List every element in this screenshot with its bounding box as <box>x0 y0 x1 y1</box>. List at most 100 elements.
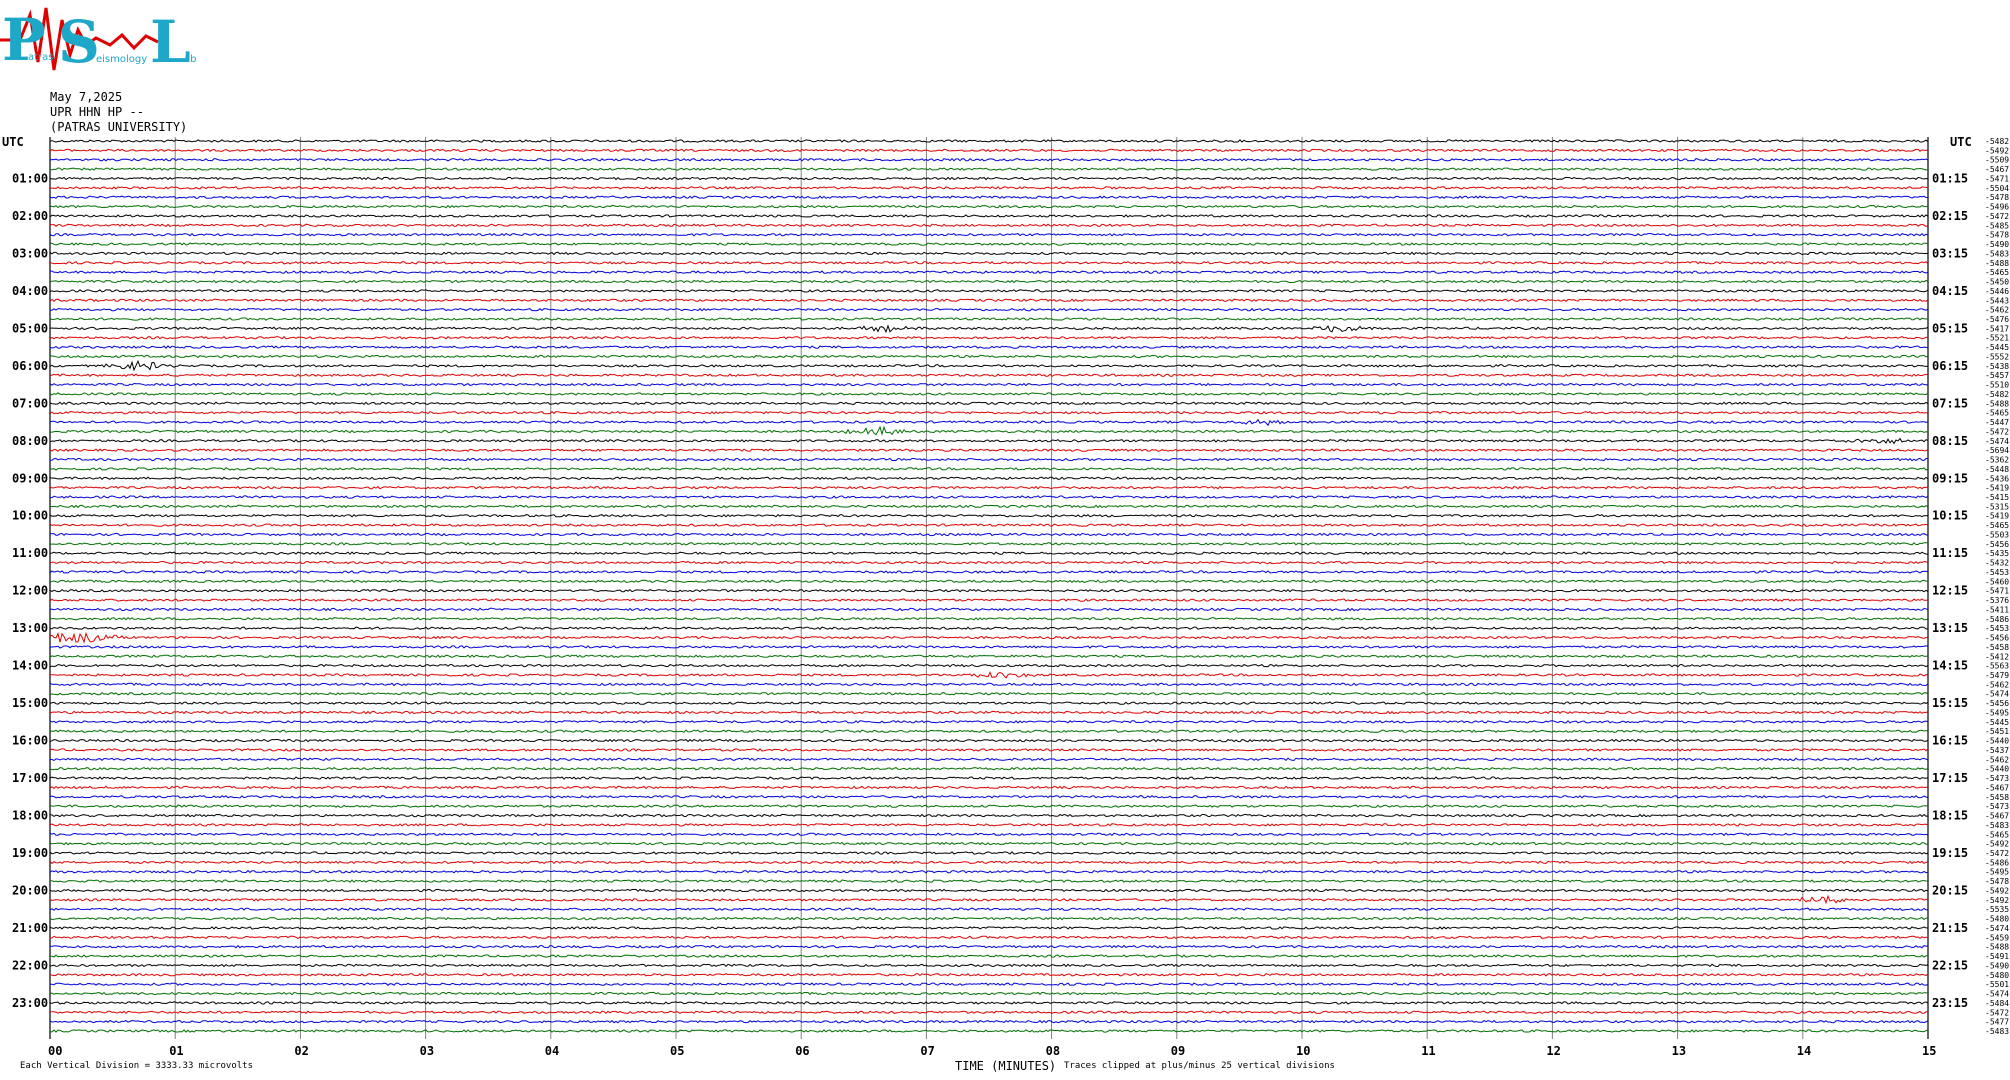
trace-line <box>49 907 1929 911</box>
trace-line <box>49 317 1929 321</box>
hour-label-right: 11:15 <box>1932 546 1968 560</box>
trace-line <box>49 504 1929 509</box>
trace-offset-label: -5315 <box>1985 502 2009 511</box>
hour-label-right: 04:15 <box>1932 284 1968 298</box>
trace-line <box>49 176 1929 181</box>
trace-offset-label: -5465 <box>1985 830 2009 839</box>
trace-line <box>49 242 1929 246</box>
trace-offset-label: -5482 <box>1985 390 2009 399</box>
trace-offset-label: -5474 <box>1985 924 2009 933</box>
hour-label-right: 18:15 <box>1932 809 1968 823</box>
trace-line <box>49 963 1929 968</box>
trace-offset-label: -5456 <box>1985 634 2009 643</box>
trace-line <box>50 813 1929 818</box>
trace-line <box>49 148 1929 153</box>
x-tick-label: 00 <box>48 1044 62 1058</box>
trace-line <box>49 991 1929 996</box>
trace-line <box>49 795 1929 799</box>
trace-line <box>49 607 1929 612</box>
trace-offset-label: -5483 <box>1985 821 2009 830</box>
trace-line <box>49 701 1929 705</box>
trace-offset-label: -5486 <box>1985 615 2009 624</box>
trace-line <box>49 729 1929 733</box>
trace-offset-label: -5483 <box>1985 1027 2009 1036</box>
trace-line <box>49 261 1929 265</box>
trace-line <box>49 748 1929 752</box>
trace-line <box>49 823 1929 827</box>
trace-line <box>49 654 1929 659</box>
trace-line <box>49 916 1929 921</box>
trace-line <box>49 335 1929 340</box>
trace-offset-label: -5510 <box>1985 381 2009 390</box>
trace-offset-label: -5471 <box>1985 174 2009 183</box>
trace-line <box>49 1019 1929 1024</box>
trace-line <box>49 1029 1929 1033</box>
trace-line <box>49 354 1929 359</box>
trace-offset-label: -5376 <box>1985 596 2009 605</box>
trace-line <box>49 851 1929 855</box>
trace-line <box>49 560 1929 565</box>
trace-line <box>49 832 1929 837</box>
x-tick-label: 14 <box>1797 1044 1811 1058</box>
trace-offset-label: -5484 <box>1985 999 2009 1008</box>
trace-offset-label: -5492 <box>1985 886 2009 895</box>
trace-offset-label: -5485 <box>1985 221 2009 230</box>
trace-line <box>49 345 1929 349</box>
hour-label-right: 19:15 <box>1932 846 1968 860</box>
footer-clip-note: Traces clipped at plus/minus 25 vertical… <box>1064 1061 1335 1071</box>
trace-line <box>49 617 1929 621</box>
trace-line <box>49 841 1929 846</box>
trace-offset-label: -5478 <box>1985 231 2009 240</box>
hour-label-right: 22:15 <box>1932 958 1968 972</box>
trace-offset-label: -5495 <box>1985 868 2009 877</box>
trace-offset-label: -5488 <box>1985 943 2009 952</box>
trace-line <box>49 289 1929 293</box>
trace-offset-label: -5474 <box>1985 437 2009 446</box>
trace-offset-label: -5552 <box>1985 352 2009 361</box>
trace-line <box>49 324 1929 334</box>
hour-label-left: 07:00 <box>12 396 48 410</box>
hour-label-left: 15:00 <box>12 696 48 710</box>
trace-offset-label: -5472 <box>1985 849 2009 858</box>
trace-offset-label: -5473 <box>1985 802 2009 811</box>
hour-label-right: 14:15 <box>1932 659 1968 673</box>
trace-offset-label: -5465 <box>1985 268 2009 277</box>
hour-label-left: 14:00 <box>12 659 48 673</box>
trace-offset-label: -5440 <box>1985 737 2009 746</box>
trace-offset-label: -5472 <box>1985 427 2009 436</box>
x-tick-label: 13 <box>1672 1044 1686 1058</box>
trace-line <box>49 671 1929 679</box>
trace-line <box>49 495 1929 499</box>
trace-line <box>49 757 1929 762</box>
trace-offset-label: -5456 <box>1985 540 2009 549</box>
trace-line <box>49 298 1929 302</box>
trace-line <box>49 935 1929 940</box>
trace-offset-label: -5453 <box>1985 624 2009 633</box>
trace-offset-label: -5445 <box>1985 718 2009 727</box>
hour-label-right: 09:15 <box>1932 471 1968 485</box>
trace-line <box>49 954 1929 958</box>
trace-line <box>49 532 1929 537</box>
x-tick-label: 05 <box>670 1044 684 1058</box>
trace-offset-label: -5447 <box>1985 418 2009 427</box>
utc-label-left: UTC <box>2 135 24 149</box>
trace-offset-label: -5457 <box>1985 371 2009 380</box>
x-tick-label: 06 <box>795 1044 809 1058</box>
trace-offset-label: -5450 <box>1985 278 2009 287</box>
trace-offset-label: -5478 <box>1985 193 2009 202</box>
x-tick-label: 11 <box>1421 1044 1435 1058</box>
trace-line <box>49 382 1928 387</box>
trace-offset-label: -5472 <box>1985 212 2009 221</box>
trace-offset-label: -5462 <box>1985 306 2009 315</box>
trace-offset-label: -5419 <box>1985 484 2009 493</box>
trace-offset-label: -5535 <box>1985 905 2009 914</box>
trace-offset-label: -5476 <box>1985 315 2009 324</box>
hour-label-left: 17:00 <box>12 771 48 785</box>
hour-label-right: 15:15 <box>1932 696 1968 710</box>
hour-label-left: 21:00 <box>12 921 48 935</box>
hour-label-left: 16:00 <box>12 734 48 748</box>
hour-label-right: 07:15 <box>1932 396 1968 410</box>
seismic-traces <box>49 139 1929 1033</box>
trace-offset-label: -5462 <box>1985 755 2009 764</box>
trace-offset-label: -5478 <box>1985 877 2009 886</box>
